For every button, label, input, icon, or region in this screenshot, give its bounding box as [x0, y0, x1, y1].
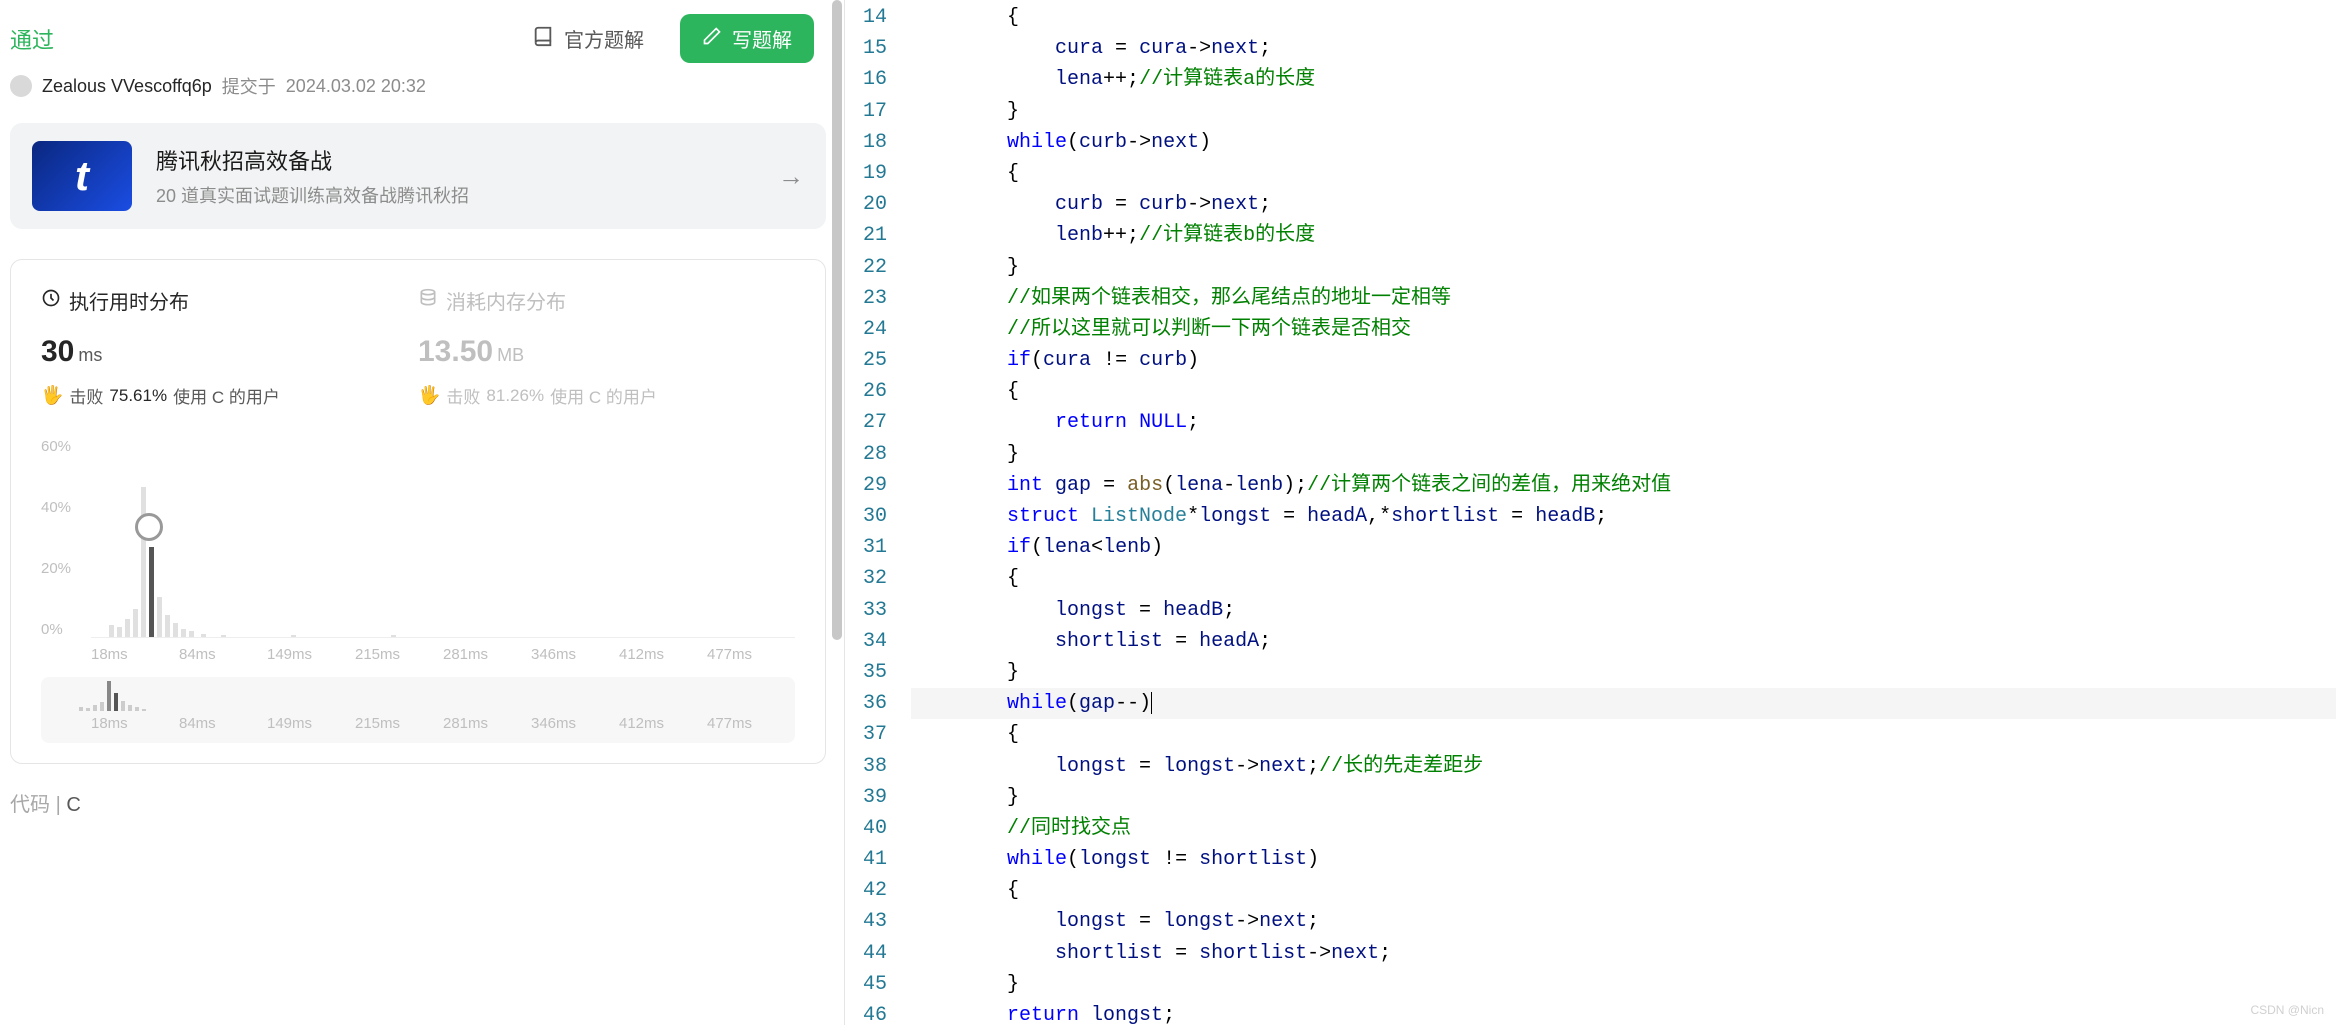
scrollbar-thumb[interactable] — [832, 0, 842, 640]
author-name[interactable]: Zealous VVescoffq6p — [42, 76, 212, 97]
promo-icon: t — [32, 141, 132, 211]
submission-panel: 通过 官方题解 写题解 Zealous VVescoffq6p — [0, 0, 844, 1025]
runtime-beat-pct: 75.61% — [109, 386, 167, 406]
promo-subtitle: 20 道真实面试题训练高效备战腾讯秋招 — [156, 182, 754, 208]
memory-block[interactable]: 消耗内存分布 13.50MB 🖐 击败 81.26% 使用 C 的用户 — [418, 286, 795, 408]
watermark: CSDN @Nicn — [2250, 1003, 2324, 1017]
write-solution-button[interactable]: 写题解 — [680, 14, 814, 63]
beat-prefix: 击败 — [446, 383, 480, 408]
left-scrollbar[interactable] — [830, 0, 844, 1025]
status-text: 通过 — [10, 23, 54, 55]
user-marker-icon — [135, 513, 163, 541]
beat-suffix: 使用 C 的用户 — [550, 383, 657, 408]
code-editor[interactable]: 1415161718192021222324252627282930313233… — [845, 0, 2336, 1025]
official-solution-button[interactable]: 官方题解 — [510, 14, 666, 63]
chart-plot — [91, 438, 795, 638]
beat-prefix: 击败 — [69, 383, 103, 408]
write-solution-label: 写题解 — [732, 24, 792, 53]
hand-icon: 🖐 — [418, 385, 440, 406]
runtime-block[interactable]: 执行用时分布 30ms 🖐 击败 75.61% 使用 C 的用户 — [41, 286, 418, 408]
runtime-unit: ms — [78, 345, 102, 365]
line-gutter: 1415161718192021222324252627282930313233… — [845, 2, 911, 1025]
stats-card: 执行用时分布 30ms 🖐 击败 75.61% 使用 C 的用户 — [10, 259, 826, 764]
runtime-chart[interactable]: 60% 40% 20% 0% — [41, 438, 795, 743]
code-language: C — [66, 794, 80, 816]
chart-y-axis: 60% 40% 20% 0% — [41, 438, 91, 638]
submit-time: 2024.03.02 20:32 — [286, 76, 426, 97]
arrow-right-icon: → — [778, 161, 804, 192]
promo-title: 腾讯秋招高效备战 — [156, 144, 754, 176]
database-icon — [418, 288, 438, 314]
mini-chart[interactable]: 18ms84ms149ms215ms281ms346ms412ms477ms — [41, 677, 795, 743]
edit-icon — [702, 26, 722, 52]
official-solution-label: 官方题解 — [564, 24, 644, 53]
runtime-value: 30 — [41, 335, 74, 368]
chart-x-axis: 18ms84ms149ms215ms281ms346ms412ms477ms — [91, 646, 795, 663]
submit-prefix: 提交于 — [222, 73, 276, 99]
code-section-header: 代码 | C — [10, 788, 844, 817]
clock-icon — [41, 288, 61, 314]
hand-icon: 🖐 — [41, 385, 63, 406]
memory-value: 13.50 — [418, 335, 493, 368]
book-icon — [532, 25, 554, 53]
mini-chart-x-axis: 18ms84ms149ms215ms281ms346ms412ms477ms — [91, 715, 795, 732]
beat-suffix: 使用 C 的用户 — [173, 383, 280, 408]
code-label: 代码 — [10, 794, 50, 816]
memory-unit: MB — [497, 345, 524, 365]
avatar[interactable] — [10, 75, 32, 97]
author-row: Zealous VVescoffq6p 提交于 2024.03.02 20:32 — [10, 73, 844, 99]
promo-card[interactable]: t 腾讯秋招高效备战 20 道真实面试题训练高效备战腾讯秋招 → — [10, 123, 826, 229]
code-content[interactable]: { cura = cura->next; lena++;//计算链表a的长度 }… — [911, 2, 2336, 1025]
runtime-title: 执行用时分布 — [69, 286, 189, 315]
memory-beat-pct: 81.26% — [486, 386, 544, 406]
memory-title: 消耗内存分布 — [446, 286, 566, 315]
